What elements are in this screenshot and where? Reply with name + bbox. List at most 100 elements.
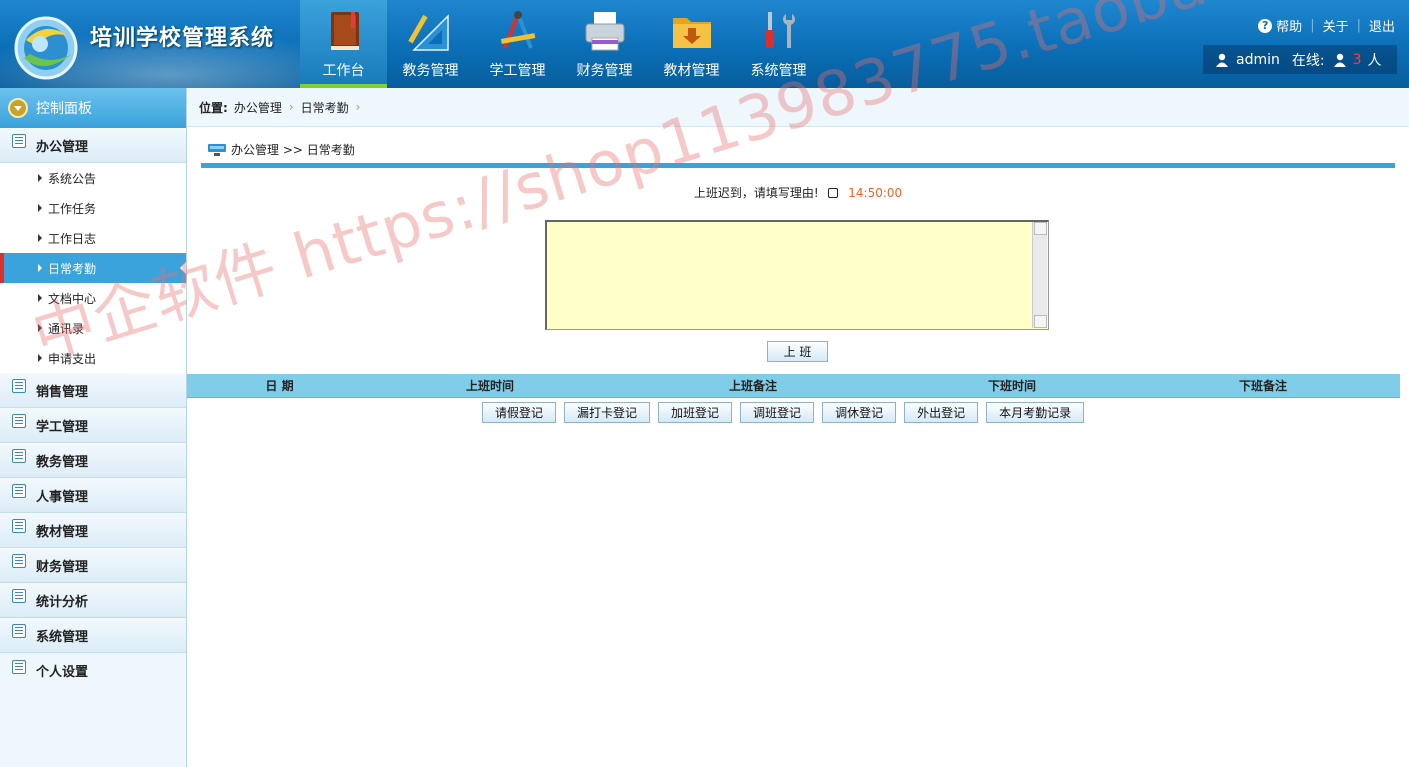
sidebar-group-stats[interactable]: 统计分析 xyxy=(0,583,186,618)
sidebar-group-materials[interactable]: 教材管理 xyxy=(0,513,186,548)
outing-register-button[interactable]: 外出登记 xyxy=(904,402,979,423)
caret-right-icon xyxy=(38,204,42,212)
sidebar-item-contacts[interactable]: 通讯录 xyxy=(0,313,186,343)
overtime-register-button[interactable]: 加班登记 xyxy=(658,402,733,423)
sidebar-item-label: 工作日志 xyxy=(48,231,97,246)
sidebar-item-label: 工作任务 xyxy=(48,201,97,216)
attendance-table-header: 日 期 上班时间 上班备注 下班时间 下班备注 xyxy=(187,374,1400,398)
folder-download-icon xyxy=(672,18,711,48)
scroll-down-icon[interactable] xyxy=(1034,315,1047,328)
nav-student[interactable]: 学工管理 xyxy=(474,0,561,88)
sidebar-group-label: 学工管理 xyxy=(36,419,89,435)
nav-label: 教务管理 xyxy=(402,63,459,79)
control-panel-title: 控制面板 xyxy=(36,101,92,117)
globe-logo-icon xyxy=(14,16,78,80)
sidebar-group-academic[interactable]: 教务管理 xyxy=(0,443,186,478)
sidebar-group-label: 个人设置 xyxy=(36,665,89,680)
check-in-button[interactable]: 上 班 xyxy=(767,341,828,362)
list-icon xyxy=(12,624,26,638)
sidebar-group-label: 系统管理 xyxy=(36,629,89,645)
column-header: 下班时间 xyxy=(987,379,1036,393)
sidebar-group-sales[interactable]: 销售管理 xyxy=(0,373,186,408)
printer-icon xyxy=(585,12,624,51)
nav-materials[interactable]: 教材管理 xyxy=(648,0,735,88)
sidebar-group-system[interactable]: 系统管理 xyxy=(0,618,186,653)
sidebar-group-label: 人事管理 xyxy=(36,489,89,505)
nav-system[interactable]: 系统管理 xyxy=(735,0,822,88)
username: admin xyxy=(1236,51,1280,68)
nav-finance[interactable]: 财务管理 xyxy=(561,0,648,88)
control-panel-header[interactable]: 控制面板 xyxy=(0,88,186,128)
monitor-icon xyxy=(208,143,226,156)
divider: | xyxy=(1356,18,1361,33)
sidebar-item-attendance[interactable]: 日常考勤 xyxy=(0,253,186,283)
late-reason-textarea[interactable] xyxy=(545,220,1049,330)
user-icon xyxy=(1216,53,1228,67)
sidebar-item-worklog[interactable]: 工作日志 xyxy=(0,223,186,253)
header: 培训学校管理系统 工作台 教务管理 学工管理 财务管理 教材管理 系统管理 ? … xyxy=(0,0,1409,88)
list-icon xyxy=(12,484,26,498)
app-title: 培训学校管理系统 xyxy=(90,26,275,51)
office-submenu: 系统公告 工作任务 工作日志 日常考勤 文档中心 通讯录 申请支出 xyxy=(0,163,186,373)
sidebar-group-label: 财务管理 xyxy=(36,559,89,575)
main-content: 位置: 办公管理 › 日常考勤 › 办公管理 >> 日常考勤 上班迟到，请填写理… xyxy=(187,88,1409,767)
sidebar-item-tasks[interactable]: 工作任务 xyxy=(0,193,186,223)
chevron-right-icon: › xyxy=(355,100,361,114)
page-title-bar: 办公管理 >> 日常考勤 xyxy=(201,136,1395,168)
wrench-screwdriver-icon xyxy=(765,12,795,48)
breadcrumb-item[interactable]: 办公管理 xyxy=(234,99,282,116)
sidebar-group-hr[interactable]: 人事管理 xyxy=(0,478,186,513)
sidebar-group-personal[interactable]: 个人设置 xyxy=(0,653,186,688)
logout-link[interactable]: 退出 xyxy=(1369,16,1395,35)
sidebar-item-announcements[interactable]: 系统公告 xyxy=(0,163,186,193)
leave-register-button[interactable]: 请假登记 xyxy=(482,402,557,423)
list-icon xyxy=(12,379,26,393)
chevron-right-icon: › xyxy=(288,100,294,114)
sidebar-group-label: 办公管理 xyxy=(36,139,89,155)
tools-compass-icon xyxy=(500,11,535,49)
list-icon xyxy=(12,449,26,463)
textarea-scrollbar[interactable] xyxy=(1032,222,1047,328)
caret-right-icon xyxy=(38,324,42,332)
online-label: 在线: xyxy=(1291,52,1325,69)
sidebar-item-label: 文档中心 xyxy=(48,291,97,306)
late-message: 上班迟到，请填写理由! 14:50:00 xyxy=(187,184,1409,201)
help-link[interactable]: 帮助 xyxy=(1276,16,1302,35)
column-header: 日 期 xyxy=(265,379,294,393)
breadcrumb-item[interactable]: 日常考勤 xyxy=(301,99,349,116)
sidebar-item-documents[interactable]: 文档中心 xyxy=(0,283,186,313)
about-link[interactable]: 关于 xyxy=(1323,16,1349,35)
chevron-down-icon xyxy=(8,98,28,118)
list-icon xyxy=(12,414,26,428)
ruler-triangle-icon xyxy=(407,14,449,51)
sidebar-group-label: 销售管理 xyxy=(36,384,89,400)
sidebar-item-label: 日常考勤 xyxy=(48,261,97,276)
sidebar-item-expense[interactable]: 申请支出 xyxy=(0,343,186,373)
caret-right-icon xyxy=(38,354,42,362)
nav-workbench[interactable]: 工作台 xyxy=(300,0,387,88)
sidebar-group-office[interactable]: 办公管理 xyxy=(0,128,186,163)
notebook-icon xyxy=(330,12,359,50)
nav-academic[interactable]: 教务管理 xyxy=(387,0,474,88)
monthly-records-button[interactable]: 本月考勤记录 xyxy=(986,402,1085,423)
nav-label: 财务管理 xyxy=(576,63,633,79)
scroll-up-icon[interactable] xyxy=(1034,222,1047,235)
sidebar-group-finance[interactable]: 财务管理 xyxy=(0,548,186,583)
sidebar: 控制面板 办公管理 系统公告 工作任务 工作日志 日常考勤 文档中心 通讯录 申… xyxy=(0,88,187,767)
time-off-button[interactable]: 调休登记 xyxy=(822,402,897,423)
column-header: 上班备注 xyxy=(728,379,777,393)
shift-swap-button[interactable]: 调班登记 xyxy=(740,402,815,423)
missed-punch-button[interactable]: 漏打卡登记 xyxy=(564,402,651,423)
online-count: 3 xyxy=(1352,51,1362,68)
list-icon xyxy=(12,659,26,674)
breadcrumb-label: 位置: xyxy=(199,100,228,115)
current-time: 14:50:00 xyxy=(848,186,903,200)
sidebar-group-label: 教材管理 xyxy=(36,524,89,540)
clock-icon xyxy=(828,188,839,198)
nav-label: 系统管理 xyxy=(750,63,807,79)
column-header: 下班备注 xyxy=(1238,379,1287,393)
caret-right-icon xyxy=(38,294,42,302)
top-links: ? 帮助 | 关于 | 退出 xyxy=(1258,16,1395,35)
sidebar-group-label: 教务管理 xyxy=(36,454,89,470)
sidebar-group-student[interactable]: 学工管理 xyxy=(0,408,186,443)
